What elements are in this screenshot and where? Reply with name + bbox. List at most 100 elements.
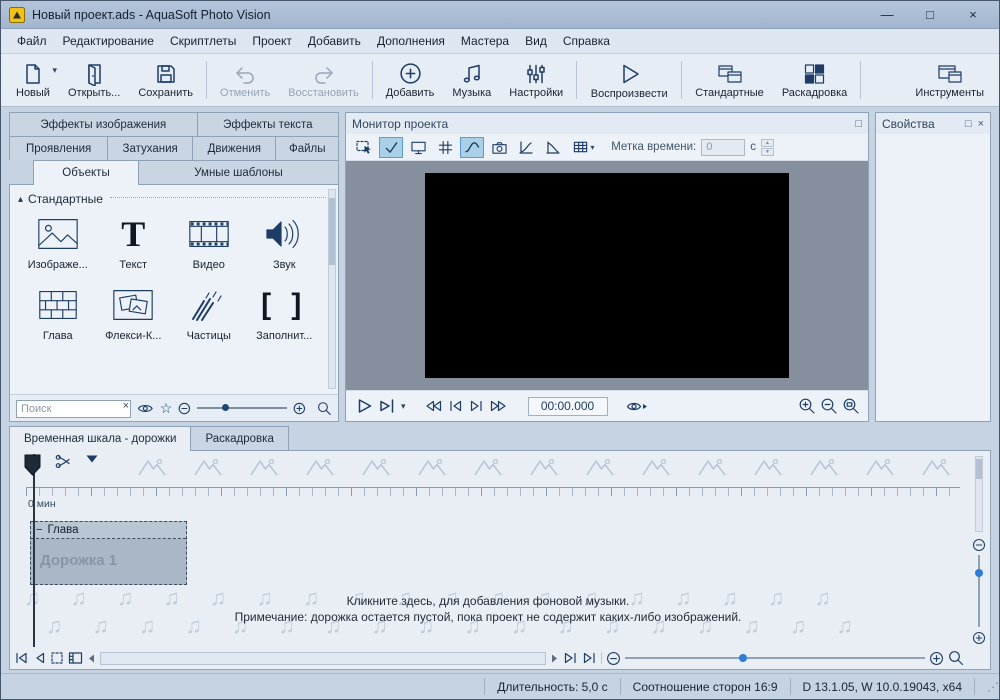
zoom-in-icon[interactable] — [293, 402, 306, 415]
timeline-hscrollbar[interactable] — [100, 652, 546, 665]
next-section-button[interactable] — [489, 398, 508, 414]
monitor-zoom-in-icon[interactable] — [798, 397, 816, 415]
tab-motions[interactable]: Движения — [193, 136, 276, 160]
monitor-float-icon[interactable]: □ — [855, 118, 862, 130]
object-particles[interactable]: Частицы — [171, 283, 247, 342]
chapter-block[interactable]: − Глава Дорожка 1 — [30, 521, 187, 585]
tab-files[interactable]: Файлы — [276, 136, 339, 160]
storyboard-button[interactable]: Раскадровка — [773, 56, 856, 104]
tab-fade-ins[interactable]: Проявления — [9, 136, 108, 160]
timeline-magnifier-icon[interactable] — [948, 650, 964, 666]
tools-button[interactable]: Инструменты — [906, 56, 993, 104]
grid-options-dropdown-icon[interactable]: ▾ — [590, 143, 594, 152]
search-clear-icon[interactable]: × — [123, 400, 129, 412]
zoom-slider-thumb[interactable] — [739, 654, 747, 662]
monitor-zoom-out-icon[interactable] — [820, 397, 838, 415]
scissors-icon[interactable] — [55, 454, 71, 469]
track-height-minus-icon[interactable] — [972, 538, 986, 552]
menu-help[interactable]: Справка — [555, 31, 618, 51]
open-button[interactable]: Открыть... — [59, 56, 129, 104]
object-chapter[interactable]: Глава — [20, 283, 96, 342]
vscrollbar-thumb[interactable] — [976, 459, 982, 479]
menu-add[interactable]: Добавить — [300, 31, 369, 51]
undo-button[interactable]: Отменить — [211, 56, 279, 104]
object-sound[interactable]: Звук — [247, 212, 323, 271]
object-flexi-collage[interactable]: Флекси-К... — [96, 283, 172, 342]
play-options-dropdown-icon[interactable]: ▾ — [401, 401, 406, 412]
scroll-right-arrow[interactable] — [550, 653, 559, 664]
track-list-button[interactable] — [68, 651, 83, 665]
spinner-up-icon[interactable]: ▲ — [761, 139, 774, 147]
go-end-button[interactable] — [582, 651, 597, 665]
next-frame-button[interactable] — [468, 398, 485, 414]
object-placeholder[interactable]: [ ] Заполнит... — [247, 283, 323, 342]
new-dropdown-icon[interactable]: ▾ — [52, 65, 57, 76]
timeline-zoom-out-icon[interactable] — [606, 651, 621, 666]
monitor-zoom-fit-icon[interactable] — [842, 397, 860, 415]
objects-scrollbar[interactable] — [328, 189, 336, 389]
playhead-marker[interactable] — [24, 454, 41, 476]
preview-playback-eye-icon[interactable] — [626, 399, 648, 414]
preview-eye-icon[interactable] — [137, 402, 154, 415]
menu-view[interactable]: Вид — [517, 31, 555, 51]
insert-marker-icon[interactable] — [85, 454, 99, 465]
standard-layout-button[interactable]: Стандартные — [686, 56, 773, 104]
magnifier-icon[interactable] — [317, 401, 332, 416]
tab-timeline-tracks[interactable]: Временная шкала - дорожки — [9, 426, 191, 451]
play-button[interactable]: Воспроизвести — [581, 56, 677, 104]
save-button[interactable]: Сохранить — [129, 56, 202, 104]
chapter-collapse-icon[interactable]: − — [36, 524, 42, 536]
timeline-zoom-slider[interactable] — [625, 651, 925, 665]
camera-pan-button[interactable] — [487, 137, 511, 158]
new-button[interactable]: ▾ Новый — [7, 56, 59, 104]
menu-file[interactable]: Файл — [9, 31, 55, 51]
object-text[interactable]: T Текст — [96, 212, 172, 271]
curve-in-button[interactable] — [514, 137, 538, 158]
tab-smart-templates[interactable]: Умные шаблоны — [139, 160, 339, 184]
motion-curve-toggle[interactable] — [460, 137, 484, 158]
show-selection-toggle[interactable] — [379, 137, 403, 158]
add-button[interactable]: Добавить — [377, 56, 444, 104]
section-standard[interactable]: ▴ Стандартные — [10, 185, 338, 210]
next-object-button[interactable] — [563, 651, 578, 665]
timeline-zoom-in-icon[interactable] — [929, 651, 944, 666]
track-height-slider[interactable] — [978, 555, 980, 627]
menu-addons[interactable]: Дополнения — [369, 31, 453, 51]
tab-text-effects[interactable]: Эффекты текста — [198, 112, 339, 136]
zoom-out-icon[interactable] — [178, 402, 191, 415]
favorites-star-icon[interactable]: ☆ — [160, 400, 173, 417]
menu-scriptlets[interactable]: Скриптлеты — [162, 31, 244, 51]
scroll-left-arrow[interactable] — [87, 653, 96, 664]
play-from-marker-button[interactable] — [378, 397, 397, 415]
timeline-vscrollbar[interactable] — [975, 456, 983, 532]
tab-fade-outs[interactable]: Затухания — [108, 136, 193, 160]
preview-canvas[interactable] — [425, 173, 789, 378]
search-input[interactable] — [16, 400, 131, 418]
settings-button[interactable]: Настройки — [500, 56, 572, 104]
tab-image-effects[interactable]: Эффекты изображения — [9, 112, 198, 136]
prev-section-button[interactable] — [424, 398, 443, 414]
chapter-header[interactable]: − Глава — [31, 522, 186, 539]
menu-project[interactable]: Проект — [244, 31, 300, 51]
maximize-button[interactable]: □ — [912, 7, 948, 22]
selection-frame-button[interactable] — [50, 651, 64, 665]
thumbnail-size-slider[interactable] — [197, 402, 287, 414]
grid-options-button[interactable]: ▾ — [568, 137, 600, 158]
slider-thumb[interactable] — [222, 404, 229, 411]
minimize-button[interactable]: — — [869, 7, 905, 22]
grid-toggle-button[interactable] — [433, 137, 457, 158]
redo-button[interactable]: Восстановить — [279, 56, 367, 104]
track-height-thumb[interactable] — [975, 569, 983, 577]
tab-objects[interactable]: Объекты — [33, 160, 139, 185]
scrollbar-thumb[interactable] — [329, 198, 335, 265]
select-tool-button[interactable] — [352, 137, 376, 158]
object-image[interactable]: Изображе... — [20, 212, 96, 271]
curve-out-button[interactable] — [541, 137, 565, 158]
close-button[interactable]: × — [955, 7, 991, 22]
music-track-hint[interactable]: Кликните здесь, для добавления фоновой м… — [10, 593, 966, 625]
track-height-plus-icon[interactable] — [972, 631, 986, 645]
menu-wizards[interactable]: Мастера — [453, 31, 517, 51]
go-start-button[interactable] — [14, 651, 29, 665]
timeline-ruler[interactable] — [26, 487, 960, 496]
object-video[interactable]: Видео — [171, 212, 247, 271]
